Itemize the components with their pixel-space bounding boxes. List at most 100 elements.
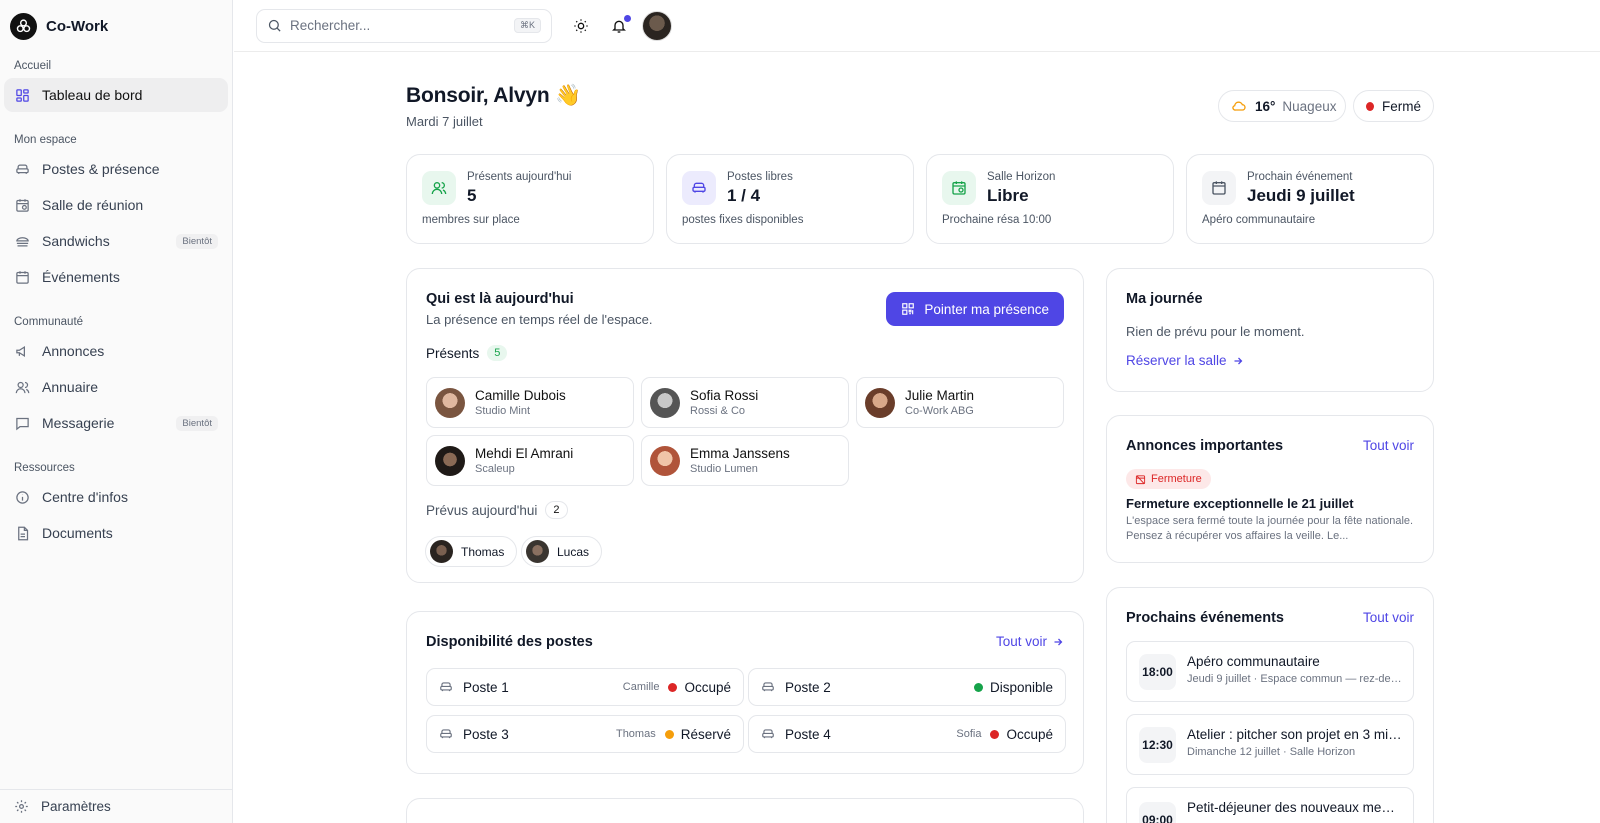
person-card[interactable]: Camille Dubois Studio Mint: [426, 377, 634, 428]
person-company: Rossi & Co: [690, 405, 746, 417]
event-item[interactable]: 12:30 Atelier : pitcher son projet en 3 …: [1126, 714, 1414, 775]
avatar: [526, 540, 549, 563]
search-input[interactable]: Rechercher... ⌘K: [256, 8, 552, 43]
my-day-card: Ma journée Rien de prévu pour le moment.…: [1106, 268, 1434, 392]
bell-icon[interactable]: [610, 14, 631, 35]
desk-occupant: Thomas: [615, 728, 656, 740]
desk-row[interactable]: Poste 1 Camille Occupé: [426, 668, 744, 706]
see-all-label: Tout voir: [995, 634, 1047, 649]
check-in-label: Pointer ma présence: [924, 301, 1049, 317]
event-item[interactable]: 18:00 Apéro communautaire Jeudi 9 juille…: [1126, 641, 1414, 702]
tag-label: Fermeture: [1151, 473, 1202, 485]
event-item[interactable]: 09:00 Petit-déjeuner des nouveaux membre…: [1126, 787, 1414, 823]
person-card[interactable]: Sofia Rossi Rossi & Co: [641, 377, 849, 428]
desk-name: Poste 3: [463, 726, 509, 742]
stat-label: Salle Horizon: [987, 171, 1056, 183]
planned-chip[interactable]: Thomas: [425, 536, 518, 567]
armchair-icon: [682, 171, 716, 205]
page-greeting: Bonsoir, Alvyn 👋: [406, 84, 582, 107]
person-name: Emma Janssens: [690, 446, 790, 461]
sidebar-item-documents[interactable]: Documents: [4, 516, 228, 550]
announcements-card: Annonces importantes Tout voir Fermeture…: [1106, 415, 1434, 563]
person-card[interactable]: Julie Martin Co-Work ABG: [856, 377, 1064, 428]
sidebar-item-parametres[interactable]: Paramètres: [0, 789, 232, 823]
status-text: Fermé: [1381, 98, 1421, 114]
person-name: Camille Dubois: [475, 388, 566, 403]
desk-row[interactable]: Poste 3 Thomas Réservé: [426, 715, 744, 753]
sidebar-item-label: Centre d'infos: [42, 489, 128, 505]
sidebar-item-label: Annuaire: [42, 379, 99, 395]
sidebar-item-label: Documents: [42, 525, 113, 541]
avatar: [435, 445, 465, 476]
nav-section-accueil: Accueil: [14, 60, 52, 72]
armchair-icon: [439, 727, 453, 741]
avatar: [650, 445, 680, 476]
desk-name: Poste 1: [463, 679, 509, 695]
sidebar-item-postes[interactable]: Postes & présence: [4, 152, 228, 186]
check-in-button[interactable]: Pointer ma présence: [886, 292, 1064, 326]
weather-desc: Nuageux: [1282, 98, 1337, 114]
calendar-icon: [14, 269, 30, 285]
stat-card-salle[interactable]: Salle Horizon Libre Prochaine résa 10:00: [926, 154, 1174, 244]
weather-pill: 16° Nuageux: [1218, 90, 1346, 122]
avatar: [430, 540, 453, 563]
events-card: Prochains événements Tout voir 18:00 Apé…: [1106, 587, 1434, 823]
grid-icon: [14, 87, 30, 103]
sidebar-item-label: Postes & présence: [42, 161, 160, 177]
present-label: Présents: [426, 345, 480, 361]
sidebar-item-label: Salle de réunion: [42, 197, 144, 213]
sidebar-item-annuaire[interactable]: Annuaire: [4, 370, 228, 404]
book-room-label: Réserver la salle: [1126, 353, 1227, 368]
sandwich-icon: [14, 233, 30, 249]
notification-dot: [624, 14, 631, 22]
brand[interactable]: Co-Work: [0, 0, 232, 44]
desk-row[interactable]: Poste 2 Disponible: [748, 668, 1066, 706]
stat-card-postes[interactable]: Postes libres 1 / 4 postes fixes disponi…: [666, 154, 914, 244]
avatar: [650, 387, 680, 418]
stat-card-presents[interactable]: Présents aujourd'hui 5 membres sur place: [406, 154, 654, 244]
stat-sub: Prochaine résa 10:00: [942, 214, 1052, 226]
stat-card-evenement[interactable]: Prochain événement Jeudi 9 juillet Apéro…: [1186, 154, 1434, 244]
stat-sub: postes fixes disponibles: [682, 214, 804, 226]
sidebar-item-tableau-de-bord[interactable]: Tableau de bord: [4, 78, 228, 112]
person-card[interactable]: Mehdi El Amrani Scaleup: [426, 435, 634, 486]
theme-toggle-sun-icon[interactable]: [572, 17, 590, 35]
sidebar-item-centre-infos[interactable]: Centre d'infos: [4, 480, 228, 514]
person-company: Co-Work ABG: [905, 405, 974, 417]
planned-chip[interactable]: Lucas: [521, 536, 603, 567]
sidebar-item-label: Événements: [42, 269, 120, 285]
desk-row[interactable]: Poste 4 Sofia Occupé: [748, 715, 1066, 753]
events-see-all-link[interactable]: Tout voir: [1363, 610, 1414, 625]
status-dot: [1366, 101, 1374, 111]
sidebar-item-label: Sandwichs: [42, 233, 110, 249]
page-date: Mardi 7 juillet: [406, 114, 483, 129]
avatar: [865, 387, 895, 418]
sidebar-item-messagerie[interactable]: Messagerie Bientôt: [4, 406, 228, 440]
cloud-icon: [1231, 98, 1247, 114]
my-day-title: Ma journée: [1126, 291, 1203, 307]
stat-sub: membres sur place: [422, 214, 520, 226]
desks-see-all-link[interactable]: Tout voir: [996, 634, 1064, 649]
sidebar-item-annonces[interactable]: Annonces: [4, 334, 228, 368]
megaphone-icon: [14, 343, 30, 359]
presence-card: Qui est là aujourd'hui La présence en te…: [406, 268, 1084, 583]
events-title: Prochains événements: [1126, 610, 1284, 626]
announcement-title[interactable]: Fermeture exceptionnelle le 21 juillet: [1126, 496, 1354, 511]
settings-icon: [14, 799, 29, 814]
announcements-see-all-link[interactable]: Tout voir: [1363, 438, 1414, 453]
presence-title: Qui est là aujourd'hui: [426, 291, 574, 307]
event-time: 12:30: [1139, 727, 1176, 763]
person-name: Mehdi El Amrani: [475, 446, 574, 461]
sidebar-item-evenements[interactable]: Événements: [4, 260, 228, 294]
planned-name: Lucas: [557, 544, 590, 559]
stat-value: 1 / 4: [727, 186, 761, 205]
event-meta: Dimanche 12 juillet · Salle Horizon: [1187, 746, 1356, 758]
person-card[interactable]: Emma Janssens Studio Lumen: [641, 435, 849, 486]
desk-status: Disponible: [989, 679, 1053, 695]
user-avatar[interactable]: [642, 10, 672, 41]
sidebar-item-sandwichs[interactable]: Sandwichs Bientôt: [4, 224, 228, 258]
book-room-link[interactable]: Réserver la salle: [1126, 353, 1244, 368]
arrow-right-icon: [1052, 636, 1064, 648]
desk-status-dot: [973, 682, 983, 692]
sidebar-item-salle-de-reunion[interactable]: Salle de réunion: [4, 188, 228, 222]
